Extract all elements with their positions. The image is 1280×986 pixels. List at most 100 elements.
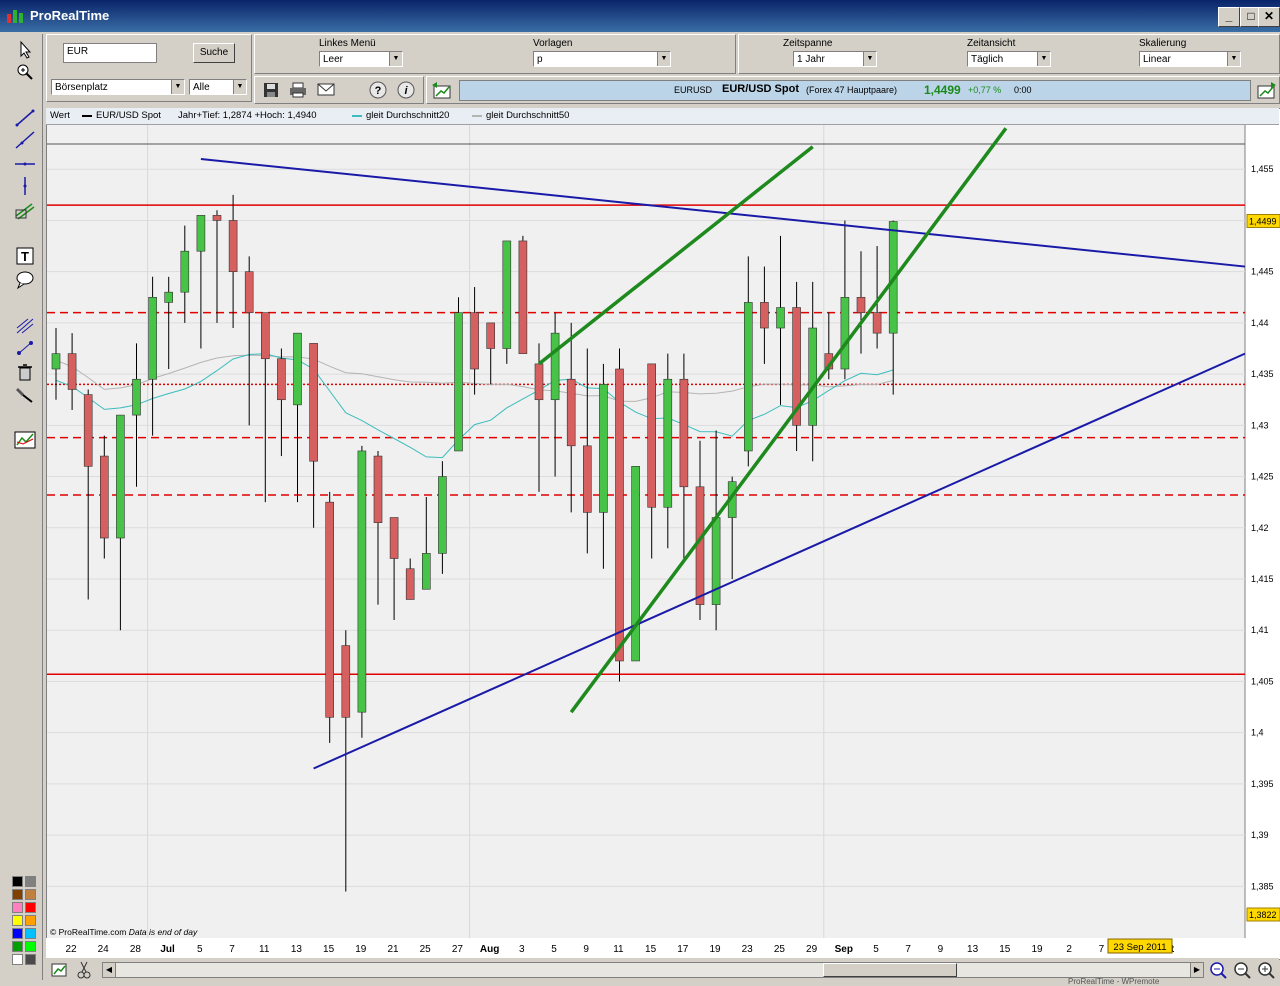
y-tick-label: 1,43: [1251, 420, 1269, 430]
help-icon[interactable]: ?: [369, 81, 387, 99]
color-swatch-cyan[interactable]: [25, 928, 36, 939]
legend-ma20-swatch: [352, 115, 362, 117]
channel-icon[interactable]: [14, 200, 36, 220]
chevron-down-icon: ▼: [863, 52, 876, 66]
ticker-time: 0:00: [1014, 85, 1032, 95]
print-icon[interactable]: [289, 82, 307, 98]
y-tick-label: 1,385: [1251, 881, 1274, 891]
candle-body: [760, 302, 769, 329]
candle-body: [180, 250, 190, 293]
x-tick-label: 22: [65, 944, 77, 955]
templates-select[interactable]: p ▼: [533, 51, 671, 67]
x-tick-label: 19: [355, 944, 367, 955]
view-select[interactable]: Täglich ▼: [967, 51, 1051, 67]
color-swatch-green[interactable]: [12, 941, 23, 952]
horizontal-line-icon[interactable]: [14, 154, 36, 174]
ticker-price: 1,4499: [924, 83, 961, 97]
chart-area[interactable]: 1,455 1,4 5 1,445 1,44 1,435 1,43 1,425 1,42 1,41…: [46, 108, 1280, 960]
chevron-down-icon: ▼: [1037, 52, 1050, 66]
candle-body: [421, 553, 431, 590]
color-swatch-pink[interactable]: [12, 902, 23, 913]
close-button[interactable]: ✕: [1258, 7, 1280, 27]
zoom-fit-icon[interactable]: [1208, 960, 1228, 980]
chevron-down-icon: ▼: [1227, 52, 1240, 66]
mail-icon[interactable]: [317, 83, 335, 97]
scrollbar-thumb[interactable]: [823, 963, 957, 977]
horizontal-scrollbar[interactable]: ◀ ▶: [102, 962, 1204, 978]
candle-body: [470, 312, 479, 370]
ticker-symbol: EURUSD: [674, 85, 713, 95]
candle-body: [164, 291, 173, 303]
x-tick-label: 15: [323, 944, 335, 955]
zoom-out-icon[interactable]: [1232, 960, 1252, 980]
info-icon[interactable]: i: [397, 81, 415, 99]
zoom-in-icon[interactable]: [1256, 960, 1276, 980]
color-swatch-red[interactable]: [25, 902, 36, 913]
drawing-toolbar: T: [8, 34, 43, 980]
scissors-icon[interactable]: [76, 960, 92, 980]
hammer-icon[interactable]: [14, 384, 36, 404]
pointer-icon[interactable]: [14, 40, 36, 60]
text-icon[interactable]: T: [14, 246, 36, 266]
save-icon[interactable]: [263, 82, 279, 98]
color-swatch-gray[interactable]: [25, 876, 36, 887]
search-input[interactable]: EUR: [63, 43, 157, 63]
color-swatch-blue[interactable]: [12, 928, 23, 939]
y-tick-label: 1,445: [1251, 267, 1274, 277]
color-swatch-tan[interactable]: [25, 889, 36, 900]
candle-body: [67, 353, 77, 390]
price-chart[interactable]: 1,455 1,4 5 1,445 1,44 1,435 1,43 1,425 1,42 1,41…: [47, 125, 1280, 955]
candle-body: [244, 271, 254, 313]
comment-icon[interactable]: [14, 270, 36, 290]
color-swatch-lime[interactable]: [25, 941, 36, 952]
points-icon[interactable]: [14, 338, 36, 358]
color-swatch-orange[interactable]: [25, 915, 36, 926]
x-tick-label: 7: [1099, 944, 1105, 955]
scroll-left-arrow-icon[interactable]: ◀: [103, 963, 116, 977]
color-swatch-yellow[interactable]: [12, 915, 23, 926]
ticker-display: EURUSD EUR/USD Spot (Forex 47 Hauptpaare…: [459, 80, 1251, 101]
y-tick-label: 1,39: [1251, 830, 1269, 840]
candle-body: [776, 307, 785, 329]
zoom-icon[interactable]: [14, 62, 36, 82]
scroll-right-arrow-icon[interactable]: ▶: [1190, 963, 1203, 977]
x-tick-label: 9: [583, 944, 589, 955]
candle-body: [99, 455, 109, 539]
chart-new-icon[interactable]: [1255, 81, 1277, 99]
x-tick-label: Jul: [160, 944, 175, 955]
scale-select[interactable]: Linear ▼: [1139, 51, 1241, 67]
legend-ma20: gleit Durchschnitt20: [366, 110, 450, 121]
candle-body: [566, 378, 576, 447]
color-swatch-white[interactable]: [12, 954, 23, 965]
y-tick-label: 1,41: [1251, 625, 1269, 635]
x-tick-label: 7: [905, 944, 911, 955]
candle-body: [550, 332, 560, 401]
market-select[interactable]: Börsenplatz ▼: [51, 79, 185, 95]
trash-icon[interactable]: [14, 362, 36, 382]
left-menu-select[interactable]: Leer ▼: [319, 51, 403, 67]
color-swatch-brown[interactable]: [12, 889, 23, 900]
ray-icon[interactable]: [14, 130, 36, 150]
chart-export-icon[interactable]: [50, 960, 70, 980]
market-filter-select[interactable]: Alle ▼: [189, 79, 247, 95]
x-axis: 22 24 28 Jul 5 7 11 13 15 19 21 25 27 Aug 3 5 9 11 15 17 19 2…: [46, 938, 1279, 958]
period-select[interactable]: 1 Jahr ▼: [793, 51, 877, 67]
trendline-icon[interactable]: [14, 108, 36, 128]
templates-panel: Linkes Menü Leer ▼ Vorlagen p ▼: [254, 34, 736, 74]
fibonacci-icon[interactable]: [14, 316, 36, 336]
color-swatch-dark[interactable]: [25, 954, 36, 965]
color-swatch-black[interactable]: [12, 876, 23, 887]
window-title: ProRealTime: [30, 8, 110, 23]
cursor-date: 23 Sep 2011: [1113, 942, 1166, 953]
x-tick-label: 19: [709, 944, 721, 955]
minimize-button[interactable]: _: [1218, 7, 1240, 27]
search-button[interactable]: Suche: [193, 43, 235, 63]
vertical-line-icon[interactable]: [14, 176, 36, 196]
low-label: 1,3822: [1249, 910, 1277, 920]
candle-body: [663, 378, 673, 508]
x-tick-label: 2: [1066, 944, 1072, 955]
chart-open-icon[interactable]: [431, 81, 453, 99]
x-tick-label: 11: [259, 944, 270, 955]
indicator-icon[interactable]: [14, 430, 36, 450]
y-tick-label: 1,42: [1251, 523, 1269, 533]
